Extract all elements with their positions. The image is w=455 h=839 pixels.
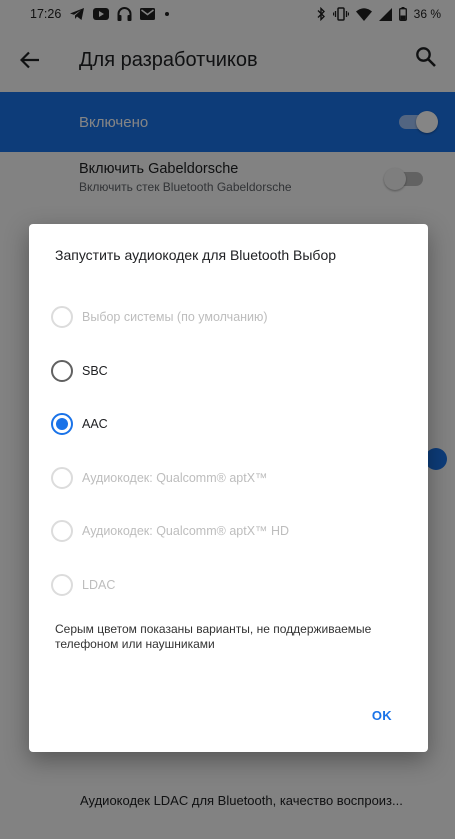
option-label: Выбор системы (по умолчанию) [82,310,268,324]
option-aptx-hd[interactable]: Аудиокодек: Qualcomm® aptX™ HD [51,511,411,551]
radio-button-checked[interactable] [51,413,73,435]
option-label: LDAC [82,578,116,592]
option-label: AAC [82,417,108,431]
option-label: SBC [82,364,108,378]
option-label: Аудиокодек: Qualcomm® aptX™ [82,471,268,485]
radio-button[interactable] [51,360,73,382]
option-system-default[interactable]: Выбор системы (по умолчанию) [51,297,411,337]
option-aptx[interactable]: Аудиокодек: Qualcomm® aptX™ [51,458,411,498]
radio-button[interactable] [51,574,73,596]
radio-button[interactable] [51,306,73,328]
dialog-note: Серым цветом показаны варианты, не подде… [55,622,372,651]
option-aac[interactable]: AAC [51,404,411,444]
option-sbc[interactable]: SBC [51,351,411,391]
codec-dialog: Запустить аудиокодек для Bluetooth Выбор… [29,224,428,752]
radio-button[interactable] [51,467,73,489]
option-label: Аудиокодек: Qualcomm® aptX™ HD [82,524,290,538]
radio-button[interactable] [51,520,73,542]
ok-button[interactable]: OK [372,708,392,723]
dialog-title: Запустить аудиокодек для Bluetooth Выбор [55,247,337,263]
option-ldac[interactable]: LDAC [51,565,411,605]
